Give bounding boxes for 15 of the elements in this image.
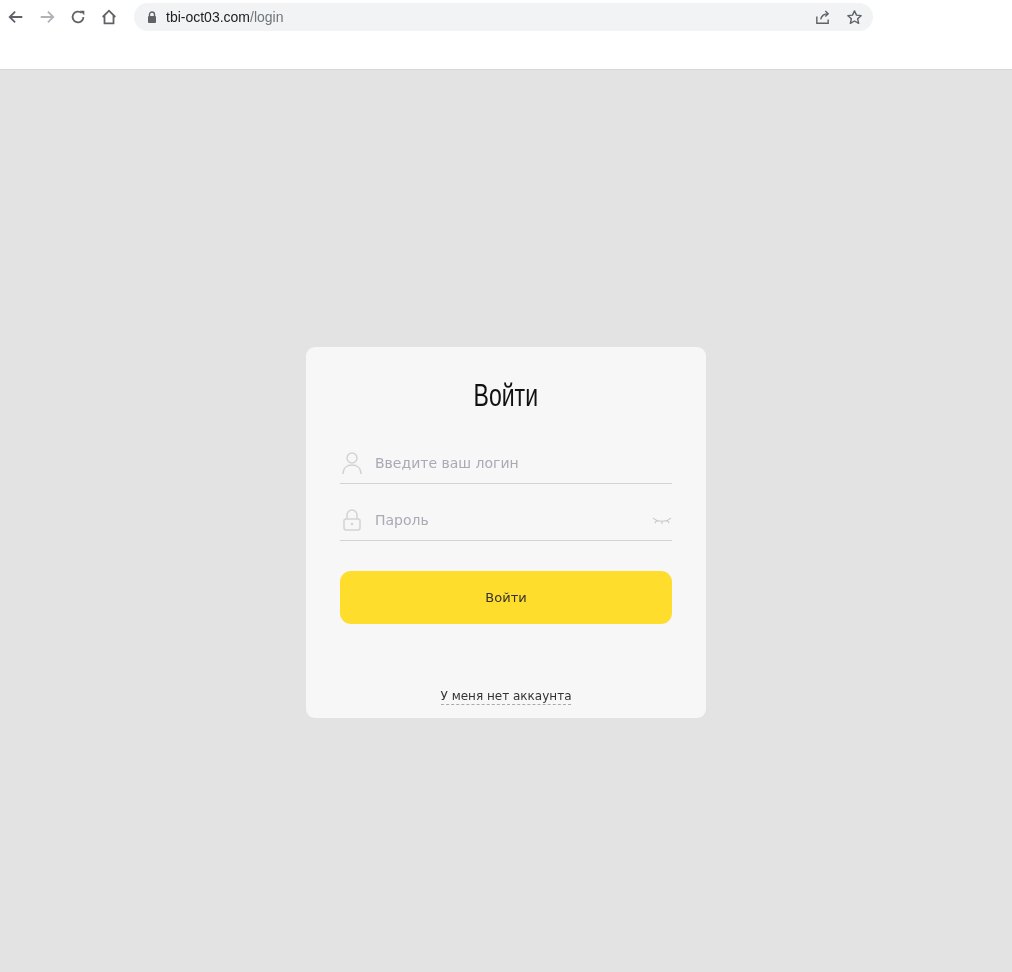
register-link[interactable]: У меня нет аккаунта [440,689,572,705]
url-text: tbi-oct03.com/login [166,9,284,25]
back-arrow-icon[interactable] [7,8,25,26]
login-button[interactable]: Войти [340,571,672,624]
address-bar[interactable]: tbi-oct03.com/login [134,3,873,31]
share-icon[interactable] [814,8,831,26]
star-icon[interactable] [846,8,863,26]
reload-icon[interactable] [69,8,87,26]
input-field[interactable]: Пароль [375,512,639,528]
padlock-icon [342,509,362,531]
lock-icon [147,11,157,23]
input-field[interactable]: Введите ваш логин [375,455,672,471]
home-icon[interactable] [100,8,118,26]
user-icon [342,452,362,474]
login-title: Войти [472,376,540,415]
